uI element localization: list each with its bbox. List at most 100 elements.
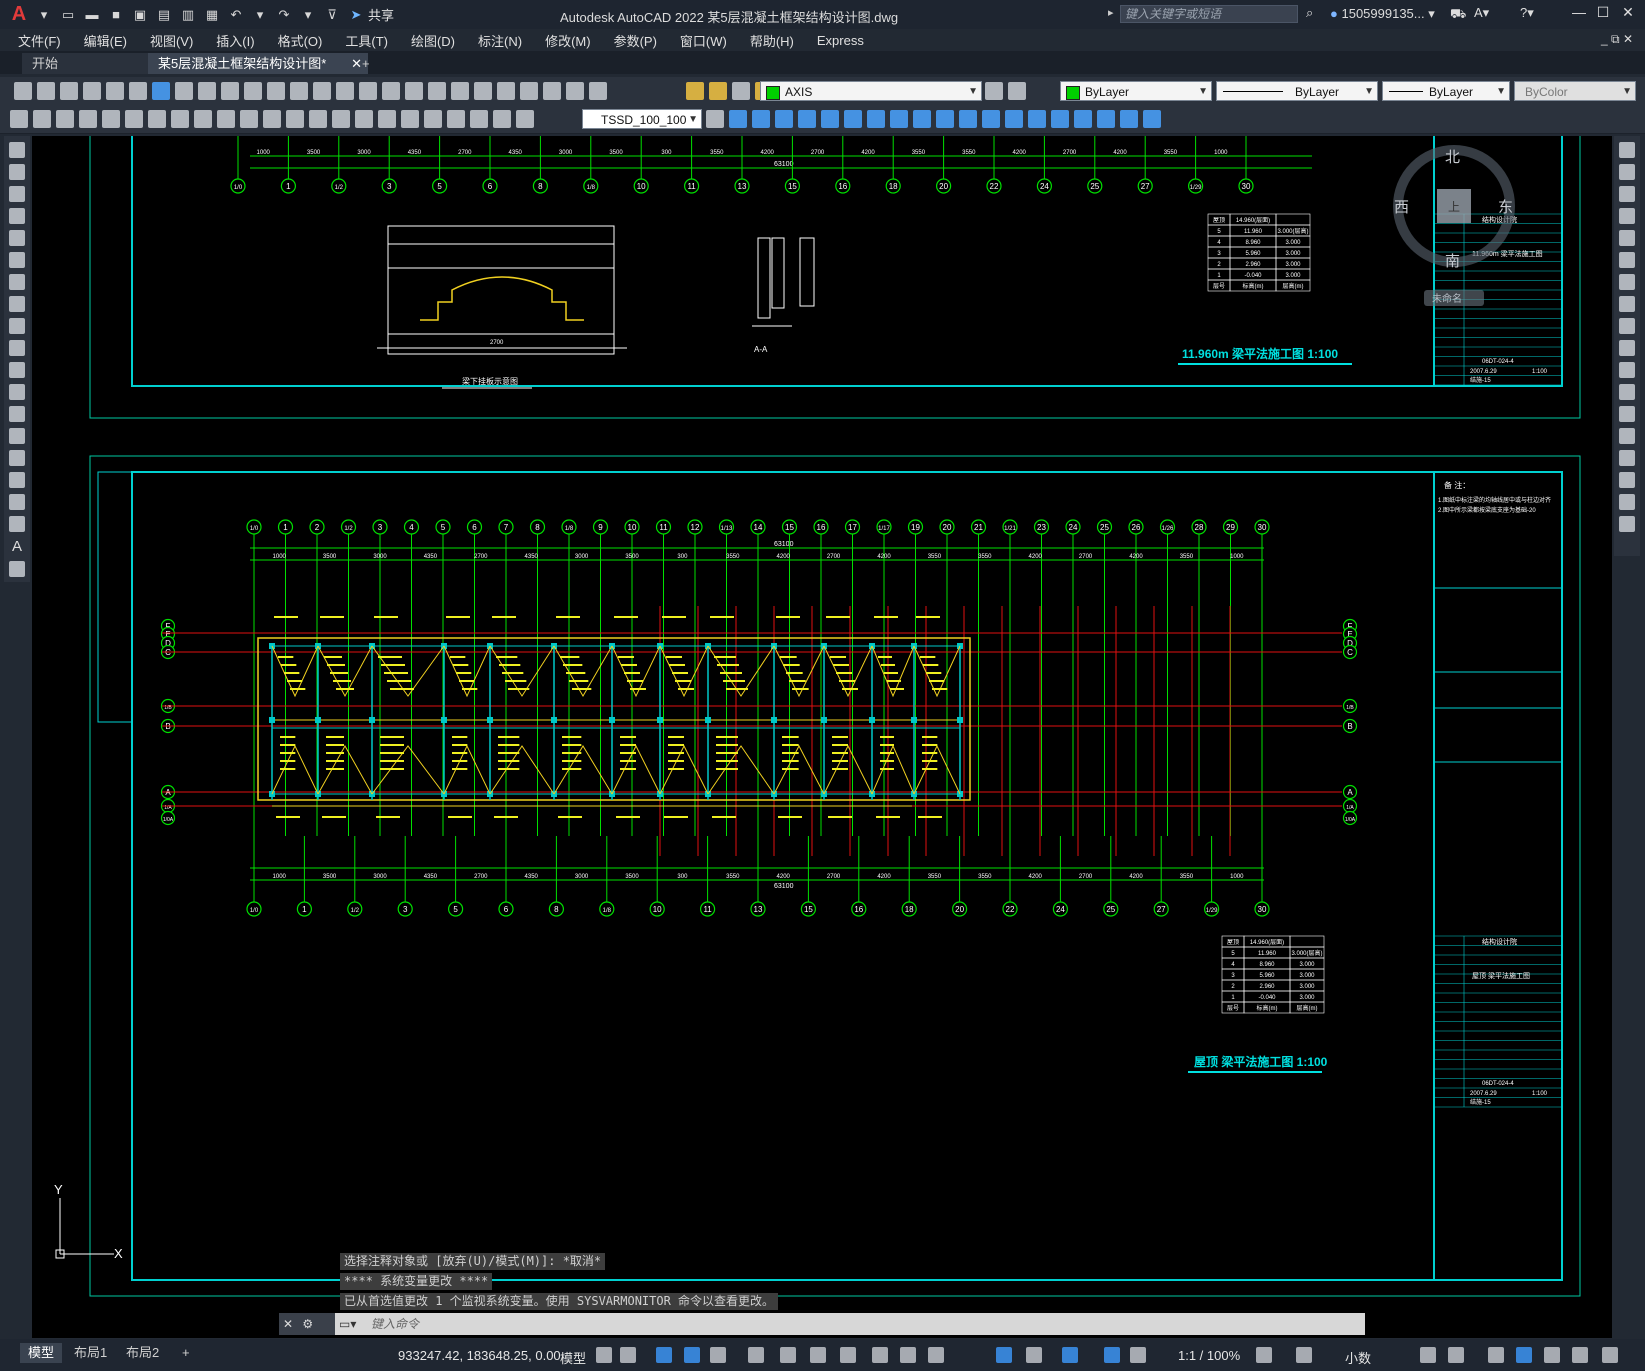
sheet-set-icon[interactable] [497, 82, 515, 100]
make-block-icon[interactable] [9, 406, 25, 422]
baseline-icon[interactable] [286, 110, 304, 128]
erase-icon[interactable] [1619, 142, 1635, 158]
menu-insert[interactable]: 插入(I) [216, 31, 254, 50]
3d-sphere-icon[interactable] [798, 110, 816, 128]
zoom-realtime-icon[interactable] [359, 82, 377, 100]
gradient-icon[interactable] [9, 472, 25, 488]
zoom-previous-icon[interactable] [405, 82, 423, 100]
lock-ui-icon[interactable] [1448, 1347, 1464, 1363]
zoom-window-icon[interactable] [382, 82, 400, 100]
tab-model[interactable]: 模型 [20, 1343, 63, 1363]
ellipse-arc-icon[interactable] [9, 362, 25, 378]
3d-dwf-icon[interactable] [152, 82, 170, 100]
undo-icon[interactable] [290, 82, 308, 100]
qnew-icon[interactable] [14, 82, 32, 100]
help-icon[interactable] [566, 82, 584, 100]
doc-window-controls[interactable]: _ ⧉ ✕ [1601, 32, 1633, 47]
blend-icon[interactable] [1619, 494, 1635, 510]
menu-tools[interactable]: 工具(T) [345, 31, 388, 50]
publish-icon[interactable] [129, 82, 147, 100]
transparency-icon[interactable] [872, 1347, 888, 1363]
save-icon[interactable]: ■ [106, 5, 126, 25]
share-button[interactable]: 共享 [368, 5, 394, 24]
circle-icon[interactable] [9, 274, 25, 290]
autodesk-app-icon[interactable]: A▾ [1474, 5, 1489, 21]
chamfer-icon[interactable] [1619, 450, 1635, 466]
dynamic-ucs-icon[interactable] [996, 1347, 1012, 1363]
search-input[interactable]: 键入关键字或短语 [1120, 5, 1298, 23]
draworder-icon[interactable] [10, 110, 28, 128]
explode-icon[interactable] [1619, 516, 1635, 532]
match-properties-icon[interactable] [244, 82, 262, 100]
paste-icon[interactable] [221, 82, 239, 100]
bring-front-icon[interactable] [33, 110, 51, 128]
lineweight-dropdown[interactable]: ByLayer ▼ [1382, 81, 1510, 101]
cursor-coordinates[interactable]: 933247.42, 183648.25, 0.00 [398, 1348, 561, 1363]
compass-east[interactable]: 东 [1498, 199, 1513, 216]
pan-icon[interactable] [336, 82, 354, 100]
markup-icon[interactable] [520, 82, 538, 100]
save-icon[interactable] [60, 82, 78, 100]
selection-filter-icon[interactable] [1026, 1347, 1042, 1363]
close-icon[interactable]: ✕ [1617, 4, 1639, 24]
dim-update-icon[interactable] [516, 110, 534, 128]
tab-layout1[interactable]: 布局1 [66, 1343, 115, 1363]
region-icon[interactable] [9, 494, 25, 510]
customize-qa-icon[interactable]: ⊽ [322, 5, 342, 25]
menu-file[interactable]: 文件(F) [18, 31, 61, 50]
insert-block-icon[interactable] [9, 384, 25, 400]
user-account[interactable]: ● 1505999135... ▾ [1330, 6, 1435, 22]
open-icon[interactable]: ▬ [82, 5, 102, 25]
dim-break-icon[interactable] [355, 110, 373, 128]
undo-icon[interactable]: ↶ [226, 5, 246, 25]
selection-cycling-icon[interactable] [900, 1347, 916, 1363]
autocad-logo-icon[interactable]: A [6, 2, 32, 28]
cut-icon[interactable] [175, 82, 193, 100]
model-space-button[interactable]: 模型 [560, 1348, 586, 1367]
snap-mode-icon[interactable] [620, 1347, 636, 1363]
hatch-icon[interactable] [9, 450, 25, 466]
preview-icon[interactable] [106, 82, 124, 100]
save-as-icon[interactable]: ▣ [130, 5, 150, 25]
object-snap-tracking-icon[interactable] [780, 1347, 796, 1363]
layer-viewport-icon[interactable] [732, 82, 750, 100]
add-layout-button[interactable]: + [174, 1343, 198, 1363]
redo-dropdown-icon[interactable]: ▾ [298, 5, 318, 25]
color-dropdown[interactable]: ByLayer ▼ [1060, 81, 1212, 101]
3d-osnap-icon[interactable] [928, 1347, 944, 1363]
infer-constraints-icon[interactable] [656, 1347, 672, 1363]
point-icon[interactable] [9, 428, 25, 444]
lineweight-toggle-icon[interactable] [840, 1347, 856, 1363]
redo-icon[interactable]: ↷ [274, 5, 294, 25]
help-icon[interactable]: ?▾ [1520, 5, 1534, 21]
menu-edit[interactable]: 编辑(E) [84, 31, 127, 50]
annotation-visibility-icon[interactable] [1104, 1347, 1120, 1363]
extrude-icon[interactable] [890, 110, 908, 128]
trim-icon[interactable] [1619, 340, 1635, 356]
cart-icon[interactable]: ⛟ [1450, 6, 1466, 24]
move-icon[interactable] [1619, 252, 1635, 268]
object-snap-icon[interactable] [810, 1347, 826, 1363]
tool-palettes-icon[interactable] [474, 82, 492, 100]
mirror-icon[interactable] [1619, 186, 1635, 202]
calculator-icon[interactable] [543, 82, 561, 100]
construction-line-icon[interactable] [9, 164, 25, 180]
plotstyle-dropdown[interactable]: ByColor ▼ [1514, 81, 1636, 101]
isolate-objects-icon[interactable] [1488, 1347, 1504, 1363]
make-current-icon[interactable] [985, 82, 1003, 100]
compass-south[interactable]: 南 [1445, 253, 1460, 270]
menu-express[interactable]: Express [817, 33, 864, 48]
dim-style-icon[interactable] [706, 110, 724, 128]
center-mark-icon[interactable] [401, 110, 419, 128]
layer-thaw-icon[interactable] [709, 82, 727, 100]
table-icon[interactable] [9, 516, 25, 532]
layer-previous-icon[interactable] [1008, 82, 1026, 100]
3d-box-icon[interactable] [729, 110, 747, 128]
extend-icon[interactable] [1619, 362, 1635, 378]
copy-object-icon[interactable] [1619, 164, 1635, 180]
new-icon[interactable]: ▭ [58, 5, 78, 25]
save-web-icon[interactable]: ▥ [178, 5, 198, 25]
share-icon[interactable]: ➤ [346, 5, 366, 25]
break-icon[interactable] [1619, 406, 1635, 422]
redo-icon[interactable] [313, 82, 331, 100]
